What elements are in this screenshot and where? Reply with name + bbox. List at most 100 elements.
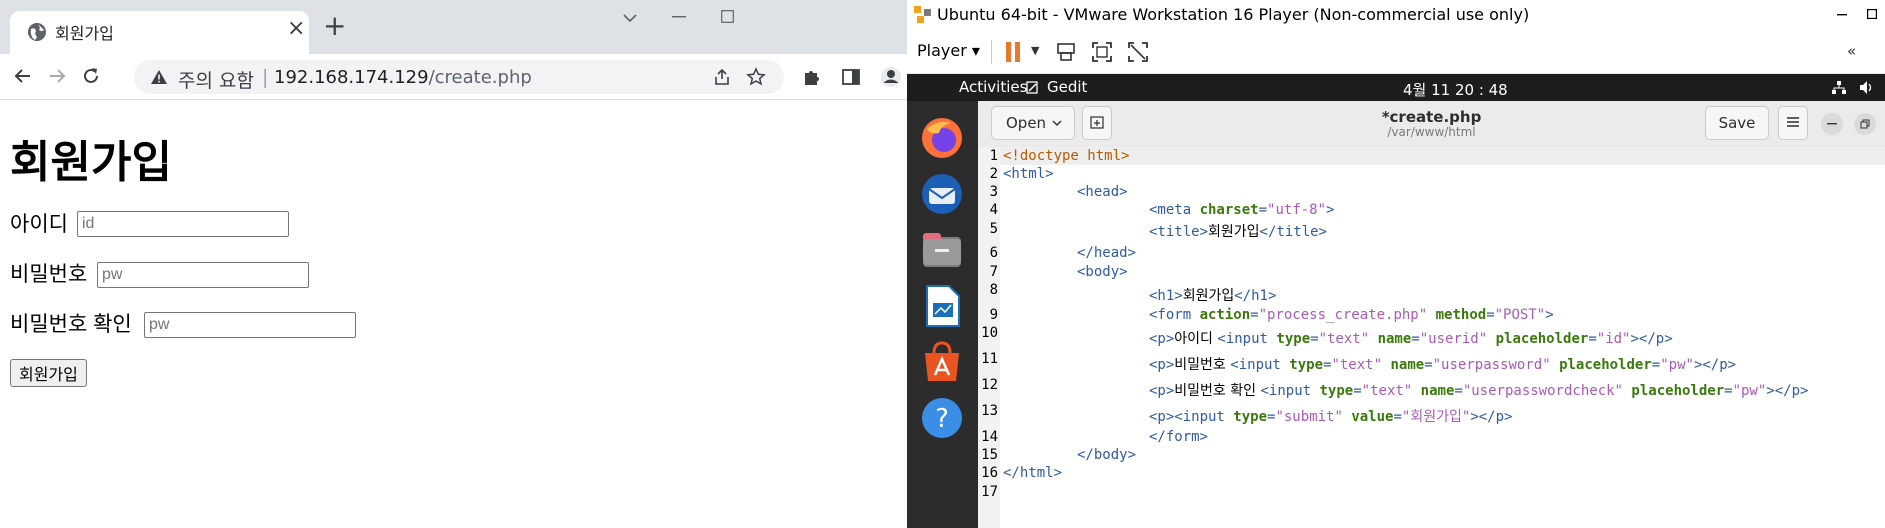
minimize-icon	[1827, 123, 1837, 125]
code-line: <h1>회원가입</h1>	[1149, 288, 1277, 304]
minimize-icon[interactable]	[1837, 14, 1847, 16]
vmware-player-window: Ubuntu 64-bit - VMware Workstation 16 Pl…	[907, 0, 1885, 528]
profile-avatar-icon[interactable]	[880, 66, 902, 88]
signup-submit-button[interactable]: 회원가입	[10, 359, 87, 387]
line-number: 12	[981, 377, 998, 393]
browser-window: 회원가입 × + 주의 요함 | 192.168.174.129/create.…	[0, 0, 907, 528]
maximize-icon[interactable]	[1867, 9, 1877, 19]
tab-strip: 회원가입 × +	[0, 0, 907, 54]
help-icon[interactable]: ?	[919, 395, 965, 441]
url-text[interactable]: 192.168.174.129/create.php	[274, 67, 532, 88]
line-number: 2	[989, 166, 998, 182]
line-number-gutter: 1 2 3 4 5 6 7 8 9 10 11 12 13 14 15 16 1…	[978, 147, 1000, 528]
network-icon[interactable]	[1831, 80, 1847, 95]
line-number: 11	[981, 351, 998, 367]
close-tab-icon[interactable]: ×	[287, 16, 305, 41]
ubuntu-software-icon[interactable]	[919, 339, 965, 385]
line-number: 15	[981, 447, 998, 463]
line-number: 17	[981, 484, 998, 500]
security-warning-label[interactable]: 주의 요함	[178, 66, 254, 93]
code-line: <body>	[1077, 264, 1128, 280]
warning-triangle-icon	[151, 70, 167, 84]
code-line: <!doctype html>	[1003, 148, 1130, 164]
save-button-label: Save	[1718, 114, 1756, 132]
share-icon[interactable]	[712, 67, 732, 87]
code-line: <title>회원가입</title>	[1149, 224, 1327, 240]
gedit-maximize-button[interactable]	[1854, 113, 1876, 135]
address-bar[interactable]: 주의 요함 | 192.168.174.129/create.php	[134, 60, 784, 94]
reload-icon[interactable]	[78, 63, 104, 89]
code-line: <p>비밀번호 확인 <input type="text" name="user…	[1149, 383, 1809, 399]
userid-label: 아이디	[10, 213, 68, 236]
pause-dropdown-icon[interactable]: ▼	[1031, 44, 1039, 57]
browser-tab[interactable]: 회원가입 ×	[10, 11, 309, 54]
collapse-toolbar-icon[interactable]: «	[1847, 42, 1856, 60]
code-editor[interactable]: 1 2 3 4 5 6 7 8 9 10 11 12 13 14 15 16 1…	[978, 147, 1885, 528]
minimize-icon[interactable]	[672, 16, 686, 18]
vmware-logo-icon	[914, 6, 931, 23]
code-line: <meta charset="utf-8">	[1149, 202, 1335, 218]
line-number: 1	[989, 148, 998, 164]
web-page-content: 회원가입 아이디 비밀번호 비밀번호 확인 회원가입	[0, 100, 907, 528]
ubuntu-top-bar: Activities Gedit 4월 11 20 : 48	[907, 74, 1885, 101]
code-line: </form>	[1149, 429, 1209, 445]
fullscreen-icon[interactable]	[1091, 41, 1113, 63]
line-number: 3	[989, 184, 998, 200]
line-number: 10	[981, 325, 998, 341]
code-line: <html>	[1003, 166, 1054, 182]
extensions-puzzle-icon[interactable]	[801, 66, 823, 88]
vmware-toolbar: Player ▾ ▼ «	[907, 30, 1885, 74]
tab-search-chevron-icon[interactable]	[622, 12, 638, 24]
userid-input[interactable]	[77, 211, 289, 237]
code-line: <head>	[1077, 184, 1128, 200]
vmware-window-title: Ubuntu 64-bit - VMware Workstation 16 Pl…	[937, 5, 1530, 24]
pause-icon[interactable]	[1005, 41, 1023, 63]
page-heading: 회원가입	[10, 138, 172, 187]
libreoffice-writer-icon[interactable]	[919, 283, 965, 329]
line-number: 14	[981, 429, 998, 445]
player-menu[interactable]: Player ▾	[917, 41, 980, 60]
toolbar-divider	[991, 40, 992, 64]
password-confirm-input[interactable]	[144, 312, 356, 338]
code-line: <p>아이디 <input type="text" name="userid" …	[1149, 331, 1673, 347]
back-arrow-icon[interactable]	[10, 63, 36, 89]
browser-toolbar: 주의 요함 | 192.168.174.129/create.php	[0, 54, 907, 100]
hamburger-menu-button[interactable]	[1778, 106, 1808, 140]
new-tab-icon[interactable]: +	[323, 12, 346, 40]
thunderbird-icon[interactable]	[919, 171, 965, 217]
gedit-minimize-button[interactable]	[1821, 113, 1843, 135]
firefox-icon[interactable]	[919, 115, 965, 161]
side-panel-icon[interactable]	[840, 66, 862, 88]
gedit-app-icon	[1026, 81, 1038, 94]
url-separator: |	[262, 66, 269, 88]
gedit-header-bar: Open *create.php /var/www/html Save	[978, 101, 1885, 148]
send-ctrl-alt-del-icon[interactable]	[1055, 41, 1077, 63]
line-number: 9	[989, 307, 998, 323]
current-line-highlight	[1000, 147, 1885, 165]
app-menu-label[interactable]: Gedit	[1047, 78, 1087, 96]
code-line: </body>	[1077, 447, 1137, 463]
clock[interactable]: 4월 11 20 : 48	[1403, 79, 1508, 100]
unity-mode-icon[interactable]	[1127, 41, 1149, 63]
files-icon[interactable]	[919, 227, 965, 273]
code-line: <p><input type="submit" value="회원가입"></p…	[1149, 409, 1513, 425]
line-number: 13	[981, 403, 998, 419]
volume-icon[interactable]	[1859, 80, 1875, 95]
tab-title: 회원가입	[55, 24, 114, 43]
bookmark-star-icon[interactable]	[746, 67, 766, 87]
line-number: 7	[989, 264, 998, 280]
activities-button[interactable]: Activities	[959, 78, 1027, 96]
line-number: 16	[981, 465, 998, 481]
forward-arrow-icon[interactable]	[44, 63, 70, 89]
password-confirm-label: 비밀번호 확인	[10, 313, 132, 336]
svg-text:?: ?	[935, 404, 949, 434]
password-input[interactable]	[97, 262, 309, 288]
url-path: /create.php	[428, 67, 532, 88]
maximize-icon[interactable]	[721, 10, 734, 23]
restore-icon	[1860, 119, 1870, 129]
line-number: 4	[989, 202, 998, 218]
password-label: 비밀번호	[10, 263, 88, 286]
save-button[interactable]: Save	[1705, 106, 1769, 140]
line-number: 5	[989, 221, 998, 237]
code-line: </head>	[1077, 245, 1137, 261]
